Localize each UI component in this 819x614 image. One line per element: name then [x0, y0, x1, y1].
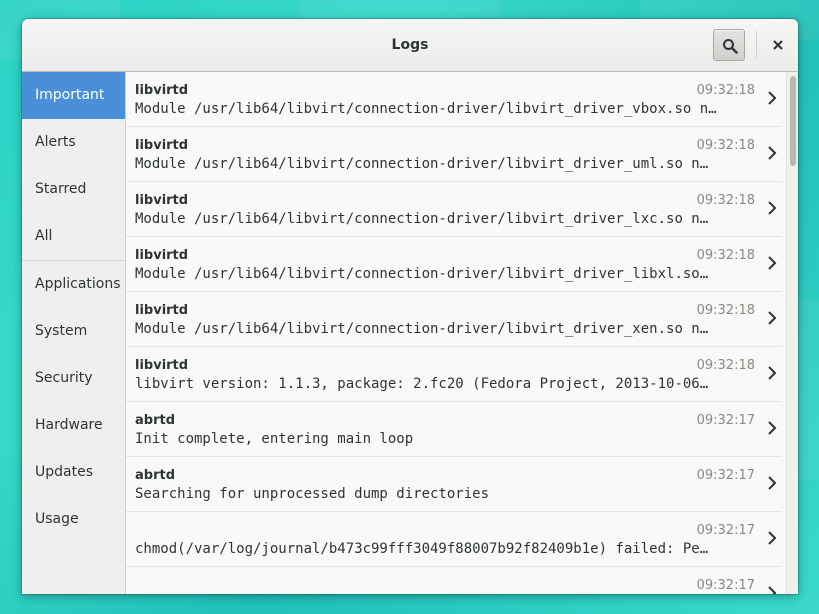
chevron-right-icon: [768, 146, 777, 160]
chevron-right-icon: [768, 531, 777, 545]
log-row[interactable]: 09:32:17 chmod(/var/log/journal/b473c99f…: [126, 512, 782, 567]
log-row[interactable]: libvirtd 09:32:18 Module /usr/lib64/libv…: [126, 237, 782, 292]
log-message: libvirt version: 1.1.3, package: 2.fc20 …: [135, 376, 709, 392]
sidebar-item-alerts[interactable]: Alerts: [22, 119, 125, 166]
log-message: Module /usr/lib64/libvirt/connection-dri…: [135, 211, 709, 227]
search-button[interactable]: [713, 29, 745, 61]
log-row[interactable]: libvirtd 09:32:18 Module /usr/lib64/libv…: [126, 182, 782, 237]
log-row[interactable]: libvirtd 09:32:18 Module /usr/lib64/libv…: [126, 72, 782, 127]
log-source: libvirtd: [135, 83, 189, 98]
log-source: libvirtd: [135, 248, 189, 263]
log-time: 09:32:18: [696, 358, 755, 373]
close-icon: [773, 40, 783, 50]
background-pattern: [798, 300, 819, 480]
window-title: Logs: [391, 37, 429, 53]
sidebar: Important Alerts Starred All Application…: [22, 72, 126, 594]
sidebar-item-starred[interactable]: Starred: [22, 166, 125, 213]
sidebar-item-usage[interactable]: Usage: [22, 496, 125, 543]
log-time: 09:32:17: [696, 413, 755, 428]
sidebar-item-security[interactable]: Security: [22, 355, 125, 402]
chevron-right-icon: [768, 311, 777, 325]
log-time: 09:32:18: [696, 138, 755, 153]
log-time: 09:32:18: [696, 83, 755, 98]
sidebar-item-updates[interactable]: Updates: [22, 449, 125, 496]
background-pattern: [300, 0, 500, 18]
log-time: 09:32:17: [696, 468, 755, 483]
log-source: libvirtd: [135, 138, 189, 153]
close-button[interactable]: [766, 33, 790, 57]
chevron-right-icon: [768, 91, 777, 105]
log-row[interactable]: 09:32:17: [126, 567, 782, 594]
sidebar-item-system[interactable]: System: [22, 308, 125, 355]
chevron-right-icon: [768, 201, 777, 215]
log-row[interactable]: abrtd 09:32:17 Init complete, entering m…: [126, 402, 782, 457]
scrollbar-thumb[interactable]: [790, 76, 796, 166]
log-list-scrollbar[interactable]: [786, 72, 798, 594]
log-message: Module /usr/lib64/libvirt/connection-dri…: [135, 101, 717, 117]
log-message: Module /usr/lib64/libvirt/connection-dri…: [135, 266, 709, 282]
chevron-right-icon: [768, 476, 777, 490]
log-time: 09:32:17: [696, 578, 755, 593]
chevron-right-icon: [768, 256, 777, 270]
log-source: libvirtd: [135, 303, 189, 318]
log-message: Module /usr/lib64/libvirt/connection-dri…: [135, 156, 709, 172]
log-source: libvirtd: [135, 358, 189, 373]
log-row[interactable]: libvirtd 09:32:18 Module /usr/lib64/libv…: [126, 292, 782, 347]
log-message: Init complete, entering main loop: [135, 431, 414, 447]
search-icon: [723, 39, 738, 54]
log-row[interactable]: abrtd 09:32:17 Searching for unprocessed…: [126, 457, 782, 512]
log-time: 09:32:17: [696, 523, 755, 538]
log-time: 09:32:18: [696, 303, 755, 318]
log-source: abrtd: [135, 413, 176, 428]
log-time: 09:32:18: [696, 193, 755, 208]
log-source: abrtd: [135, 468, 176, 483]
log-message: chmod(/var/log/journal/b473c99fff3049f88…: [135, 541, 709, 557]
log-row[interactable]: libvirtd 09:32:18 libvirt version: 1.1.3…: [126, 347, 782, 402]
header-bar: Logs: [22, 19, 798, 72]
sidebar-item-hardware[interactable]: Hardware: [22, 402, 125, 449]
log-source: libvirtd: [135, 193, 189, 208]
log-message: Searching for unprocessed dump directori…: [135, 486, 490, 502]
chevron-right-icon: [768, 366, 777, 380]
log-list: libvirtd 09:32:18 Module /usr/lib64/libv…: [126, 72, 798, 594]
chevron-right-icon: [768, 586, 777, 594]
sidebar-item-important[interactable]: Important: [22, 72, 125, 119]
chevron-right-icon: [768, 421, 777, 435]
log-time: 09:32:18: [696, 248, 755, 263]
logs-window: Logs Important Alerts Starred All Applic…: [22, 19, 798, 594]
header-separator: [756, 31, 757, 59]
sidebar-item-all[interactable]: All: [22, 213, 125, 260]
log-message: Module /usr/lib64/libvirt/connection-dri…: [135, 321, 709, 337]
sidebar-item-applications[interactable]: Applications: [22, 261, 125, 308]
log-row[interactable]: libvirtd 09:32:18 Module /usr/lib64/libv…: [126, 127, 782, 182]
